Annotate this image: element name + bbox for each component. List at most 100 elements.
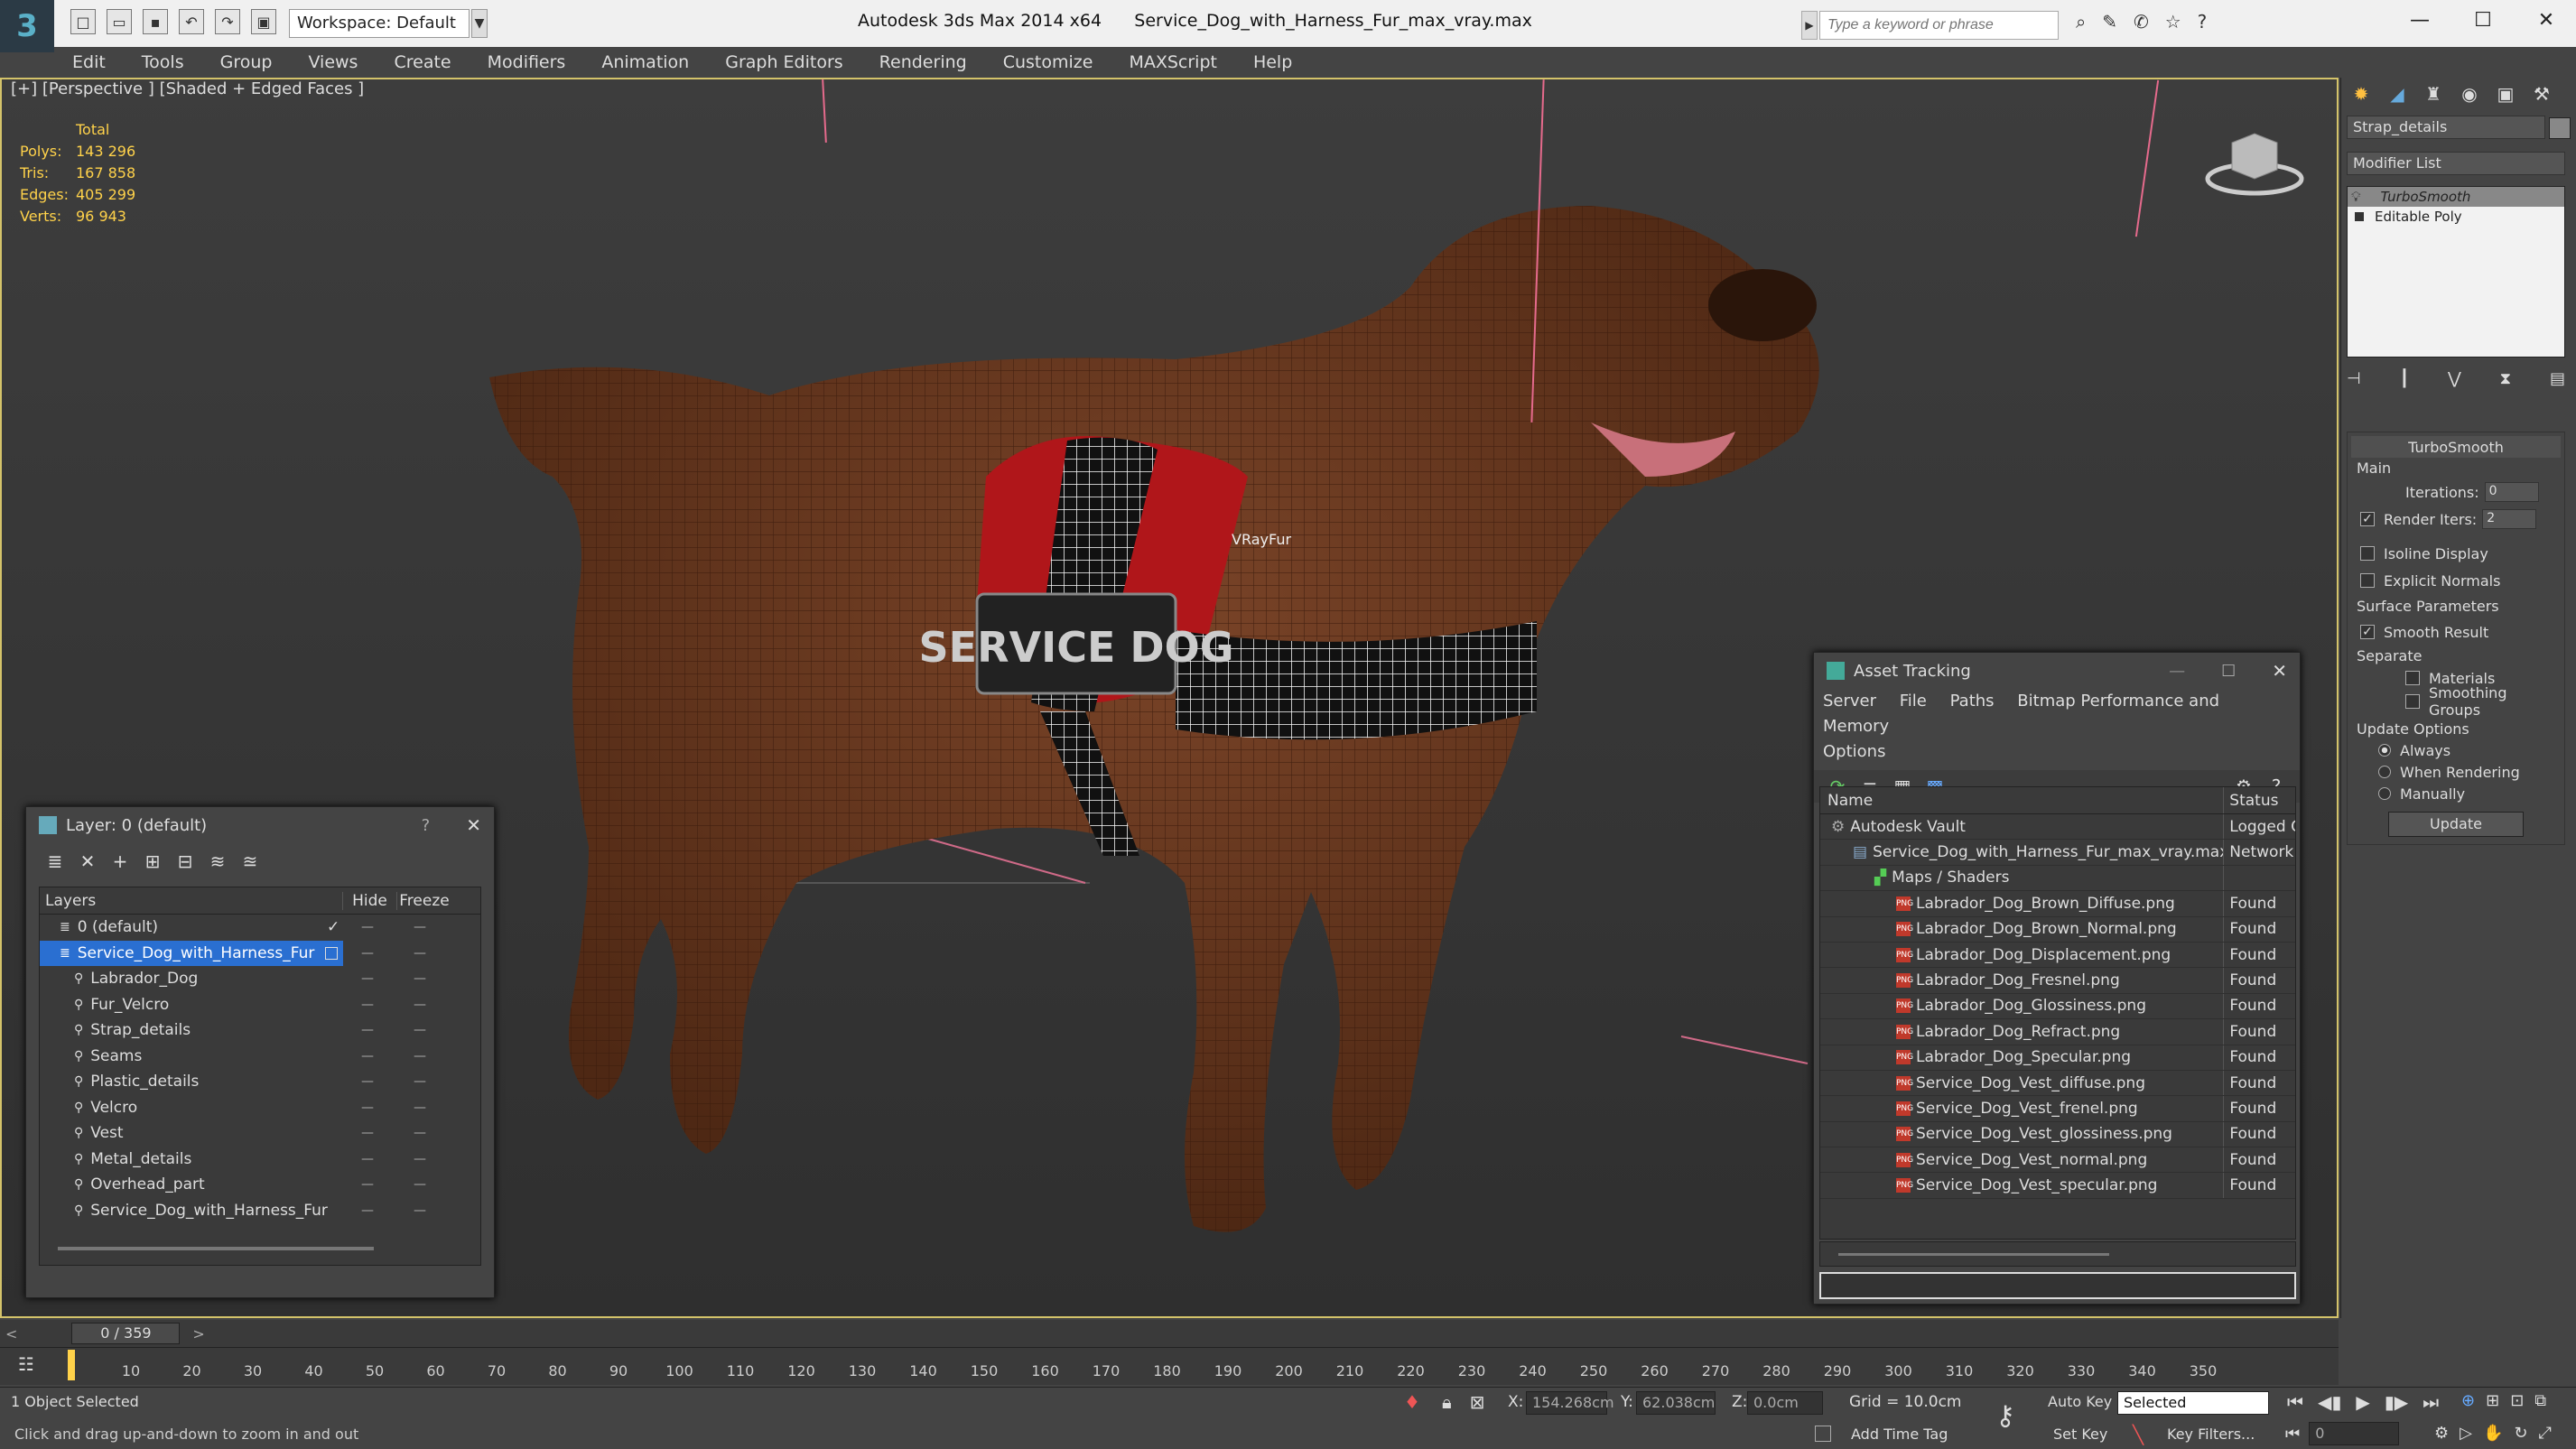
freeze-all-icon[interactable]: ≊ [234,846,266,877]
prev-frame-icon[interactable]: ◀▮ [2318,1391,2341,1413]
show-end-result-icon[interactable]: ┃ [2399,369,2409,388]
layer-row[interactable]: ⚲ Service_Dog_with_Harness_Fur — — [40,1198,480,1224]
menu-group[interactable]: Group [220,52,273,72]
layer-row[interactable]: ⚲ Seams — — [40,1044,480,1070]
menu-customize[interactable]: Customize [1003,52,1093,72]
subscription-icon[interactable]: ✎ [2102,11,2117,33]
maximize-icon[interactable]: ☐ [2465,9,2501,32]
track-bar[interactable]: ☷ 10 20 30 40 50 60 70 80 90 100 110 120 130 140 150 16… [0,1347,2339,1385]
freeze-toggle[interactable]: — [414,998,426,1012]
isolate-icon[interactable]: ♦ [1404,1391,1420,1413]
menu-help[interactable]: Help [1253,52,1292,72]
asset-menu-options[interactable]: Options [1823,742,1885,761]
motion-tab-icon[interactable]: ◉ [2453,79,2486,108]
hide-toggle[interactable]: — [361,1023,374,1037]
set-key-button[interactable]: Set Key [2053,1426,2107,1443]
hide-toggle[interactable]: — [361,1126,374,1140]
hide-toggle[interactable]: — [361,971,374,986]
delete-layer-icon[interactable]: ✕ [71,846,104,877]
col-status[interactable]: Status [2223,787,2295,813]
manually-radio[interactable] [2378,787,2391,800]
asset-row[interactable]: PNG Service_Dog_Vest_normal.png Found [1820,1147,2295,1174]
render-iters-spinner[interactable]: 2 [2482,509,2537,529]
close-icon[interactable]: ✕ [2528,9,2564,32]
menu-edit[interactable]: Edit [72,52,106,72]
hide-toggle[interactable]: — [361,1074,374,1089]
asset-row[interactable]: PNG Service_Dog_Vest_diffuse.png Found [1820,1070,2295,1097]
hide-toggle[interactable]: — [361,998,374,1012]
asset-row[interactable]: PNG Labrador_Dog_Displacement.png Found [1820,942,2295,969]
layer-row[interactable]: ⚲ Velcro — — [40,1095,480,1121]
asset-row[interactable]: PNG Labrador_Dog_Specular.png Found [1820,1045,2295,1071]
auto-key-button[interactable]: Auto Key [2048,1393,2112,1410]
hide-toggle[interactable]: — [361,1101,374,1115]
asset-menu-bitmap[interactable]: Bitmap Performance and Memory [1823,692,2219,736]
asset-row[interactable]: ⚙Autodesk Vault Logged O [1820,814,2295,841]
layer-row[interactable]: ⚲ Plastic_details — — [40,1069,480,1095]
close-icon[interactable]: ✕ [466,814,481,836]
key-mode-toggle-icon[interactable]: ⏮ [2285,1425,2300,1444]
asset-menu-server[interactable]: Server [1823,692,1876,711]
next-frame-icon[interactable]: ▮▶ [2385,1391,2408,1413]
set-key-icon[interactable]: ⚷ [1995,1400,2015,1432]
minimize-icon[interactable]: — [2169,662,2185,681]
layer-row[interactable]: ≣ 0 (default) ✓ — — [40,915,480,941]
col-name[interactable]: Name [1820,792,2223,810]
zoom-extents-icon[interactable]: ⊡ [2510,1391,2524,1410]
freeze-toggle[interactable]: — [414,1203,426,1218]
freeze-toggle[interactable]: — [414,1101,426,1115]
display-tab-icon[interactable]: ▣ [2489,79,2522,108]
project-folder-icon[interactable]: ▣ [251,9,276,34]
time-slider-prev-icon[interactable]: < [5,1325,17,1342]
freeze-toggle[interactable]: — [414,946,426,961]
freeze-toggle[interactable]: — [414,1126,426,1140]
explicit-normals-checkbox[interactable] [2360,573,2375,588]
zoom-icon[interactable]: ⊕ [2461,1391,2475,1410]
configure-sets-icon[interactable]: ▤ [2550,369,2565,388]
modifier-stack-item-turbosmooth[interactable]: 💡︎ TurboSmooth [2348,187,2564,207]
layer-row[interactable]: ⚲ Metal_details — — [40,1147,480,1173]
time-slider[interactable]: < 0 / 359 > [0,1320,2339,1347]
modify-tab-icon[interactable]: ◢ [2381,79,2413,108]
play-icon[interactable]: ▶ [2356,1391,2369,1413]
search-expand-icon[interactable]: ▶ [1801,11,1818,40]
create-layer-icon[interactable]: ≣ [39,846,71,877]
rollout-title[interactable]: TurboSmooth [2351,436,2561,458]
maximize-viewport-icon[interactable]: ⤢ [2539,1424,2552,1443]
render-iters-checkbox[interactable]: ✓ [2360,512,2375,526]
layer-row[interactable]: ⚲ Overhead_part — — [40,1172,480,1198]
asset-scroll-area[interactable] [1819,1241,2296,1267]
workspace-dropdown-arrow-icon[interactable]: ▼ [471,9,488,38]
asset-row[interactable]: PNG Labrador_Dog_Refract.png Found [1820,1019,2295,1045]
always-radio[interactable] [2378,744,2391,757]
asset-row[interactable]: ▤ Service_Dog_with_Harness_Fur_max_vray.m… [1820,840,2295,866]
asset-row[interactable]: PNG Labrador_Dog_Fresnel.png Found [1820,968,2295,994]
col-layers[interactable]: Layers [40,891,343,910]
app-logo-icon[interactable]: 3 [0,0,54,52]
field-of-view-icon[interactable]: ▷ [2460,1424,2472,1443]
menu-maxscript[interactable]: MAXScript [1129,52,1217,72]
lock-selection-icon[interactable]: 🔒︎ [1442,1391,1452,1413]
set-current-layer-box[interactable] [325,946,338,960]
remove-modifier-icon[interactable]: ⧗ [2500,369,2512,388]
horizontal-scrollbar[interactable] [1838,1253,2109,1256]
col-freeze[interactable]: Freeze [397,892,451,910]
layer-row[interactable]: ⚲ Vest — — [40,1120,480,1147]
viewcube-icon[interactable] [2205,116,2304,197]
active-layer-check-icon[interactable]: ✓ [327,918,339,936]
hide-toggle[interactable]: — [361,946,374,961]
communication-icon[interactable]: ✆ [2134,11,2149,33]
maximize-icon[interactable]: ☐ [2221,662,2236,681]
asset-row[interactable]: PNG Service_Dog_Vest_specular.png Found [1820,1173,2295,1199]
new-file-icon[interactable]: □ [70,9,96,34]
freeze-toggle[interactable]: — [414,971,426,986]
freeze-toggle[interactable]: — [414,1152,426,1166]
when-rendering-radio[interactable] [2378,766,2391,778]
time-slider-thumb[interactable]: 0 / 359 [71,1323,181,1344]
hide-toggle[interactable]: — [361,1177,374,1192]
menu-animation[interactable]: Animation [601,52,689,72]
pin-stack-icon[interactable]: ⊣ [2347,369,2361,388]
key-mode-icon[interactable]: ╲ [2133,1424,2144,1445]
undo-icon[interactable]: ↶ [179,9,204,34]
asset-tracking-titlebar[interactable]: Asset Tracking — ☐ ✕ [1814,653,2300,689]
